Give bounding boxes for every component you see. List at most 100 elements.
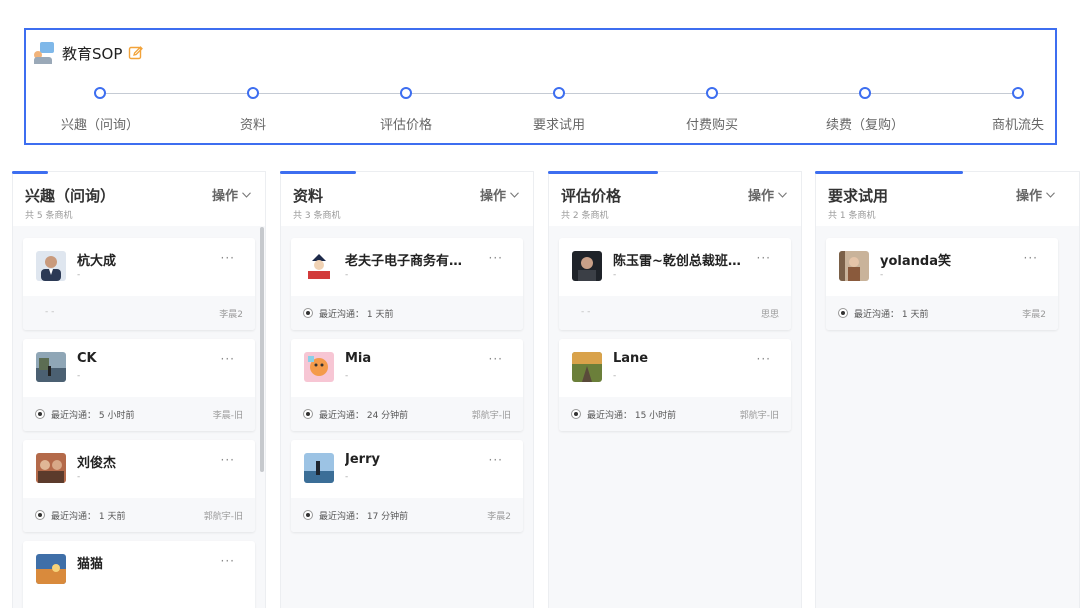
card-body: 猫猫 ··· (23, 541, 255, 599)
last-contact-text: - - (45, 307, 55, 317)
avatar (304, 453, 334, 483)
last-contact-text: 最近沟通： 17 分钟前 (319, 512, 409, 522)
card-subtitle: - (345, 371, 349, 381)
stage-step-4[interactable]: 要求试用 (499, 84, 619, 133)
last-contact-text: - - (581, 307, 591, 317)
stage-dot (706, 87, 718, 99)
stage-dot (1012, 87, 1024, 99)
card-name: 刘俊杰 (77, 456, 117, 471)
opportunity-card[interactable]: 猫猫 ··· (23, 541, 255, 608)
card-subtitle: - (613, 270, 617, 280)
card-footer: 最近沟通： 1 天前 李晨2 (826, 296, 1058, 330)
column-operation-dropdown[interactable]: 操作 (480, 185, 519, 204)
more-options-icon[interactable]: ··· (489, 453, 503, 467)
stage-step-2[interactable]: 资料 (193, 84, 313, 133)
card-name: CK (77, 351, 97, 366)
card-name: 杭大成 (77, 254, 117, 269)
card-owner: 郭航宇-旧 (203, 512, 243, 522)
last-contact-text: 最近沟通： 5 小时前 (51, 411, 135, 421)
card-name: 老夫子电子商务有限公司 (345, 254, 475, 269)
sop-title: 教育SOP (62, 44, 123, 63)
card-footer: 最近沟通： 1 天前 (291, 296, 523, 330)
card-subtitle: - (77, 270, 81, 280)
avatar (36, 352, 66, 382)
card-subtitle: - (77, 371, 81, 381)
stage-label: 资料 (239, 118, 266, 133)
operation-label: 操作 (479, 189, 506, 204)
card-name: Lane (613, 351, 649, 366)
opportunity-card[interactable]: CK - ··· 最近沟通： 5 小时前 李晨-旧 (23, 339, 255, 431)
stage-label: 要求试用 (532, 118, 585, 133)
more-options-icon[interactable]: ··· (757, 352, 771, 366)
card-body: Mia - ··· (291, 339, 523, 397)
column-title: 兴趣（问询） (25, 187, 116, 205)
contact-status-icon (571, 409, 581, 419)
contact-status-icon (838, 308, 848, 318)
opportunity-card[interactable]: 杭大成 - ··· - - 李晨2 (23, 238, 255, 330)
more-options-icon[interactable]: ··· (1024, 251, 1038, 265)
card-body: yolanda笑 - ··· (826, 238, 1058, 296)
column-header: 要求试用 共 1 条商机 操作 (815, 171, 1079, 226)
edit-icon[interactable] (128, 45, 144, 61)
column-operation-dropdown[interactable]: 操作 (212, 185, 251, 204)
column-operation-dropdown[interactable]: 操作 (1016, 185, 1055, 204)
opportunity-card[interactable]: Mia - ··· 最近沟通： 24 分钟前 郭航宇-旧 (291, 339, 523, 431)
last-contact-text: 最近沟通： 15 小时前 (587, 411, 677, 421)
card-subtitle: - (880, 270, 884, 280)
card-owner: 李晨2 (487, 512, 511, 522)
column-operation-dropdown[interactable]: 操作 (748, 185, 787, 204)
card-name: Mia (345, 351, 372, 366)
more-options-icon[interactable]: ··· (489, 352, 503, 366)
operation-label: 操作 (747, 189, 774, 204)
more-options-icon[interactable]: ··· (221, 453, 235, 467)
column-count: 共 5 条商机 (25, 211, 73, 221)
operation-label: 操作 (211, 189, 238, 204)
opportunity-card[interactable]: 老夫子电子商务有限公司 - ··· 最近沟通： 1 天前 (291, 238, 523, 330)
contact-status-icon (303, 409, 313, 419)
pipeline-column-interest: 兴趣（问询） 共 5 条商机 操作 杭大成 - ··· - - 李晨2 CK - (12, 171, 266, 608)
contact-status-icon (35, 409, 45, 419)
card-owner: 李晨-旧 (212, 411, 243, 421)
stage-step-3[interactable]: 评估价格 (346, 84, 466, 133)
chevron-down-icon (1046, 191, 1055, 198)
stage-step-7[interactable]: 商机流失 (958, 84, 1078, 133)
more-options-icon[interactable]: ··· (221, 251, 235, 265)
column-count: 共 2 条商机 (561, 211, 609, 221)
column-scrollbar[interactable] (260, 227, 264, 472)
opportunity-card[interactable]: 刘俊杰 - ··· 最近沟通： 1 天前 郭航宇-旧 (23, 440, 255, 532)
avatar (572, 251, 602, 281)
column-header: 兴趣（问询） 共 5 条商机 操作 (12, 171, 265, 226)
education-sop-logo-icon (34, 42, 56, 64)
opportunity-card[interactable]: Lane - ··· 最近沟通： 15 小时前 郭航宇-旧 (559, 339, 791, 431)
card-body: 杭大成 - ··· (23, 238, 255, 296)
column-title: 资料 (293, 187, 324, 205)
column-accent-bar (815, 171, 963, 174)
card-name: Jerry (345, 452, 380, 467)
more-options-icon[interactable]: ··· (221, 352, 235, 366)
stage-label: 兴趣（问询） (60, 118, 139, 133)
pipeline-column-materials: 资料 共 3 条商机 操作 老夫子电子商务有限公司 - ··· 最近沟通： 1 … (280, 171, 534, 608)
stage-dot (859, 87, 871, 99)
more-options-icon[interactable]: ··· (757, 251, 771, 265)
stage-step-5[interactable]: 付费购买 (652, 84, 772, 133)
stage-label: 续费（复购） (825, 118, 904, 133)
card-body: Jerry - ··· (291, 440, 523, 498)
pipeline-column-trial: 要求试用 共 1 条商机 操作 yolanda笑 - ··· 最近沟通： 1 天… (815, 171, 1080, 608)
avatar (36, 453, 66, 483)
stage-step-6[interactable]: 续费（复购） (805, 84, 925, 133)
card-owner: 思思 (760, 310, 779, 320)
stage-dot (94, 87, 106, 99)
pipeline-column-price: 评估价格 共 2 条商机 操作 陈玉雷~乾创总裁班学员 - ··· - - 思思… (548, 171, 802, 608)
card-body: Lane - ··· (559, 339, 791, 397)
opportunity-card[interactable]: yolanda笑 - ··· 最近沟通： 1 天前 李晨2 (826, 238, 1058, 330)
opportunity-card[interactable]: 陈玉雷~乾创总裁班学员 - ··· - - 思思 (559, 238, 791, 330)
stage-step-1[interactable]: 兴趣（问询） (40, 84, 160, 133)
more-options-icon[interactable]: ··· (221, 554, 235, 568)
card-owner: 李晨2 (219, 310, 243, 320)
column-title: 要求试用 (828, 187, 889, 205)
opportunity-card[interactable]: Jerry - ··· 最近沟通： 17 分钟前 李晨2 (291, 440, 523, 532)
more-options-icon[interactable]: ··· (489, 251, 503, 265)
avatar (304, 352, 334, 382)
card-subtitle: - (345, 270, 349, 280)
column-accent-bar (12, 171, 48, 174)
